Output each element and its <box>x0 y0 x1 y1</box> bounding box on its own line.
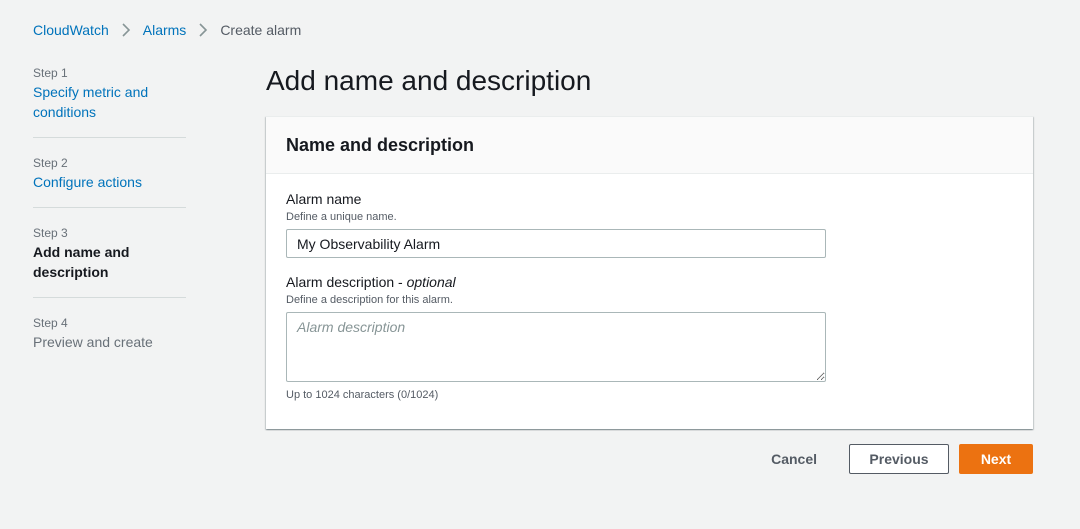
next-button[interactable]: Next <box>959 444 1033 474</box>
step-number: Step 3 <box>33 226 68 240</box>
step-number: Step 1 <box>33 66 68 80</box>
step-link-specify-metric[interactable]: Specify metric and conditions <box>33 82 186 122</box>
step-2: Step 2 Configure actions <box>33 154 186 208</box>
name-description-container: Name and description Alarm name Define a… <box>266 116 1033 429</box>
alarm-name-label: Alarm name <box>286 191 362 207</box>
step-4: Step 4 Preview and create <box>33 314 186 367</box>
alarm-description-label-text: Alarm description <box>286 274 395 290</box>
breadcrumb-cloudwatch[interactable]: CloudWatch <box>33 21 109 39</box>
breadcrumb: CloudWatch Alarms Create alarm <box>33 21 301 39</box>
step-3: Step 3 Add name and description <box>33 224 186 298</box>
chevron-right-icon <box>186 23 220 37</box>
alarm-description-label: Alarm description - optional <box>286 274 456 290</box>
alarm-description-field: Alarm description - optional Define a de… <box>286 274 1013 402</box>
container-header: Name and description <box>266 117 1033 174</box>
container-title: Name and description <box>286 135 475 155</box>
breadcrumb-alarms[interactable]: Alarms <box>143 21 187 39</box>
page-title: Add name and description <box>266 65 592 96</box>
alarm-name-description: Define a unique name. <box>286 211 397 223</box>
step-preview-create: Preview and create <box>33 334 153 350</box>
cancel-button[interactable]: Cancel <box>755 444 833 474</box>
character-constraint: Up to 1024 characters (0/1024) <box>286 389 439 401</box>
alarm-name-input[interactable] <box>286 229 826 258</box>
alarm-description-textarea[interactable] <box>286 312 826 382</box>
step-number: Step 2 <box>33 156 68 170</box>
breadcrumb-create-alarm: Create alarm <box>220 22 302 38</box>
optional-tag: optional <box>406 274 456 290</box>
step-number: Step 4 <box>33 316 68 330</box>
step-current-add-name: Add name and description <box>33 244 130 280</box>
alarm-description-hint: Define a description for this alarm. <box>286 294 453 306</box>
previous-button[interactable]: Previous <box>849 444 949 474</box>
wizard-actions: Cancel Previous Next <box>755 444 1033 474</box>
container-body: Alarm name Define a unique name. Alarm d… <box>266 174 1033 402</box>
alarm-name-field: Alarm name Define a unique name. <box>286 191 1013 258</box>
chevron-right-icon <box>109 23 143 37</box>
wizard-steps: Step 1 Specify metric and conditions Ste… <box>33 62 186 383</box>
step-1: Step 1 Specify metric and conditions <box>33 64 186 138</box>
create-alarm-page: CloudWatch Alarms Create alarm Step 1 Sp… <box>0 0 1080 529</box>
step-link-configure-actions[interactable]: Configure actions <box>33 172 186 192</box>
